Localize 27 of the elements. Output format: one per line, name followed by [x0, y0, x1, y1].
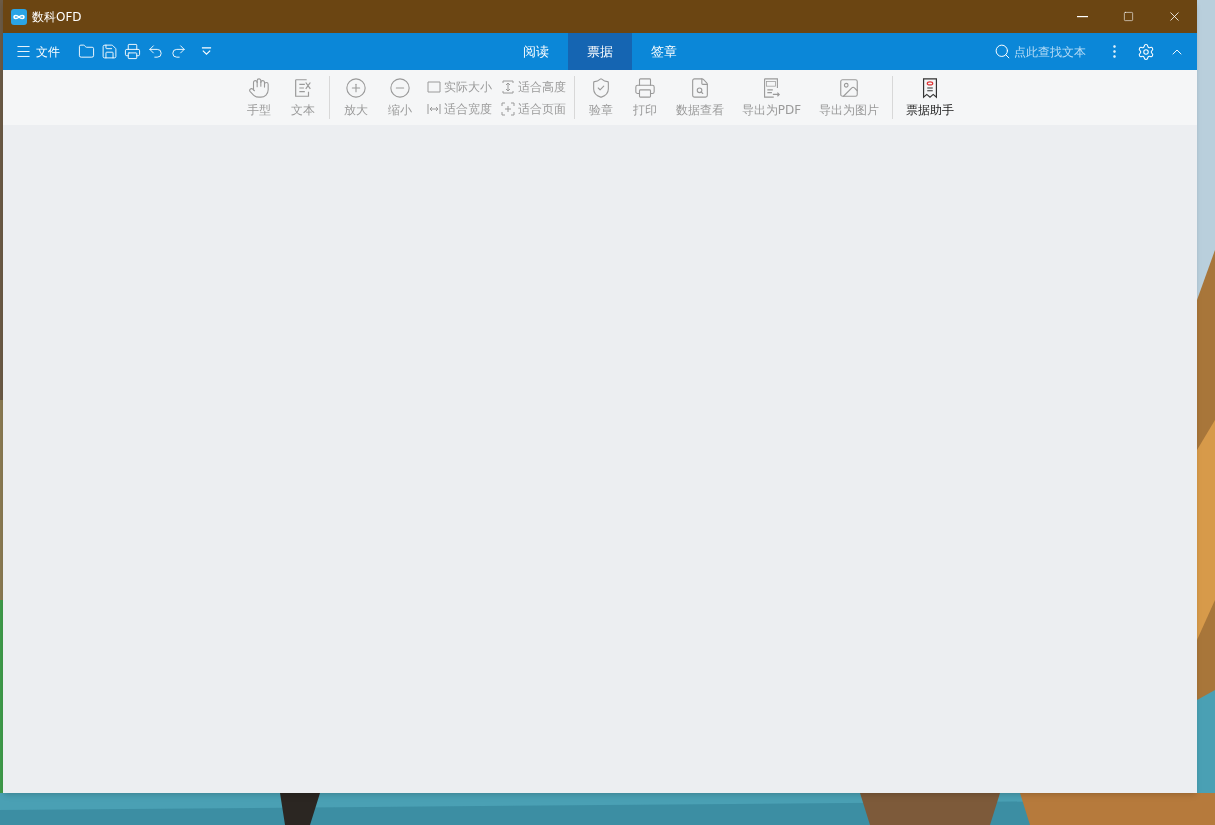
search-field[interactable]: 点此查找文本	[994, 42, 1092, 61]
settings-icon[interactable]	[1137, 42, 1155, 61]
redo-icon[interactable]	[170, 43, 187, 60]
minimize-icon	[1076, 15, 1088, 18]
fit-icon	[425, 78, 442, 95]
hand-icon	[247, 76, 270, 99]
zoom-out-icon	[388, 76, 411, 99]
app-logo-icon	[11, 8, 27, 25]
print-icon[interactable]	[124, 43, 141, 60]
undo-icon[interactable]	[147, 43, 164, 60]
window-title: 数科OFD	[32, 8, 82, 26]
zoom-in-icon	[344, 76, 367, 99]
save-icon[interactable]	[101, 43, 118, 60]
open-folder-icon[interactable]	[78, 43, 95, 60]
ribbon-tab[interactable]: 签章	[632, 33, 696, 70]
fit-icon	[499, 100, 516, 117]
file-menu-button[interactable]: 文件	[15, 42, 72, 61]
customize-icon[interactable]	[201, 46, 212, 57]
toolbar-button[interactable]: 票据助手	[897, 76, 964, 119]
ribbon-tab[interactable]: 阅读	[504, 33, 568, 70]
image-icon	[838, 76, 861, 99]
maximize-icon	[1122, 11, 1134, 22]
fit-icon	[499, 78, 516, 95]
search-icon	[994, 43, 1011, 60]
menu-icon	[15, 43, 32, 60]
ribbon-tab[interactable]: 票据	[568, 33, 632, 70]
printer-icon	[633, 76, 656, 99]
